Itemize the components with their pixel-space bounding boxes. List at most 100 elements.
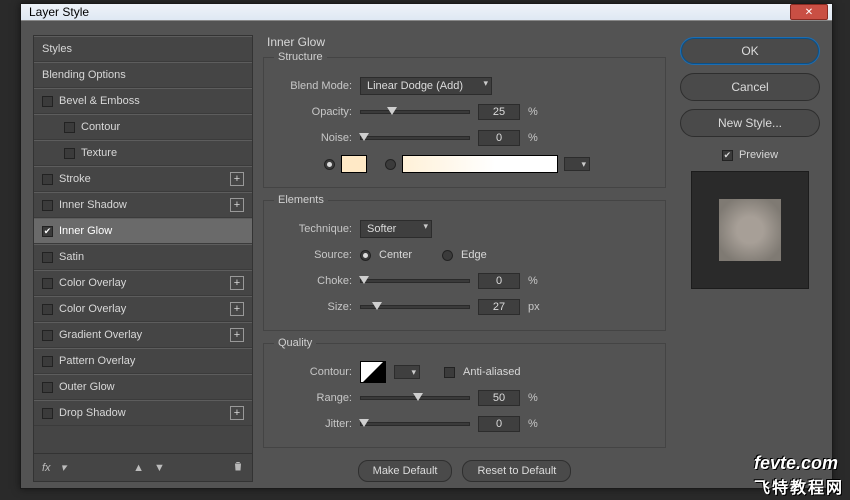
effect-inner-shadow[interactable]: Inner Shadow +	[34, 192, 252, 218]
effect-label: Texture	[81, 147, 117, 159]
effect-inner-glow[interactable]: Inner Glow	[34, 218, 252, 244]
fx-icon[interactable]: fx	[42, 462, 51, 474]
effect-checkbox[interactable]	[42, 226, 53, 237]
effect-label: Outer Glow	[59, 381, 115, 393]
effect-checkbox[interactable]	[42, 330, 53, 341]
effect-checkbox[interactable]	[42, 252, 53, 263]
titlebar: Layer Style ✕	[21, 4, 832, 21]
layer-style-dialog: Layer Style ✕ Styles Blending Options Be…	[20, 3, 833, 489]
reset-default-button[interactable]: Reset to Default	[462, 460, 571, 482]
opacity-input[interactable]	[478, 104, 520, 120]
make-default-button[interactable]: Make Default	[358, 460, 453, 482]
effect-label: Drop Shadow	[59, 407, 126, 419]
window-title: Layer Style	[29, 5, 89, 19]
effect-outer-glow[interactable]: Outer Glow	[34, 374, 252, 400]
elements-group: Elements Technique: Softer Source: Cente…	[263, 194, 666, 331]
effect-pattern-overlay[interactable]: Pattern Overlay	[34, 348, 252, 374]
action-column: OK Cancel New Style... ✔ Preview	[680, 35, 820, 482]
effect-checkbox[interactable]	[42, 408, 53, 419]
technique-label: Technique:	[274, 223, 352, 235]
effect-bevel-emboss[interactable]: Bevel & Emboss	[34, 88, 252, 114]
trash-icon[interactable]	[232, 460, 244, 475]
color-swatch[interactable]	[341, 155, 367, 173]
effect-drop-shadow[interactable]: Drop Shadow +	[34, 400, 252, 426]
add-effect-icon[interactable]: +	[230, 328, 244, 342]
effect-checkbox[interactable]	[42, 356, 53, 367]
arrow-down-icon[interactable]: ▼	[154, 462, 165, 474]
effect-label: Color Overlay	[59, 277, 126, 289]
preview-box	[691, 171, 809, 289]
gradient-arrow[interactable]	[564, 157, 590, 171]
effect-checkbox[interactable]	[42, 200, 53, 211]
choke-input[interactable]	[478, 273, 520, 289]
source-label: Source:	[274, 249, 352, 261]
watermark: fevte.com 飞特教程网	[754, 453, 844, 498]
add-effect-icon[interactable]: +	[230, 172, 244, 186]
color-radio[interactable]	[324, 159, 335, 170]
new-style-button[interactable]: New Style...	[680, 109, 820, 137]
effect-checkbox[interactable]	[42, 174, 53, 185]
effect-label: Stroke	[59, 173, 91, 185]
effect-checkbox[interactable]	[42, 96, 53, 107]
source-edge-radio[interactable]	[442, 250, 453, 261]
preview-checkbox[interactable]: ✔	[722, 150, 733, 161]
blending-options[interactable]: Blending Options	[34, 62, 252, 88]
effect-label: Color Overlay	[59, 303, 126, 315]
size-slider[interactable]	[360, 305, 470, 309]
jitter-input[interactable]	[478, 416, 520, 432]
effect-label: Satin	[59, 251, 84, 263]
effect-label: Contour	[81, 121, 120, 133]
close-button[interactable]: ✕	[790, 4, 828, 20]
contour-label: Contour:	[274, 366, 352, 378]
panel-title: Inner Glow	[263, 35, 666, 49]
blend-mode-select[interactable]: Linear Dodge (Add)	[360, 77, 492, 95]
effect-color-overlay[interactable]: Color Overlay +	[34, 270, 252, 296]
cancel-button[interactable]: Cancel	[680, 73, 820, 101]
range-slider[interactable]	[360, 396, 470, 400]
add-effect-icon[interactable]: +	[230, 198, 244, 212]
gradient-swatch[interactable]	[402, 155, 558, 173]
effect-stroke[interactable]: Stroke +	[34, 166, 252, 192]
effect-label: Gradient Overlay	[59, 329, 142, 341]
effect-checkbox[interactable]	[42, 278, 53, 289]
effect-texture[interactable]: Texture	[34, 140, 252, 166]
effect-gradient-overlay[interactable]: Gradient Overlay +	[34, 322, 252, 348]
choke-label: Choke:	[274, 275, 352, 287]
close-icon: ✕	[805, 7, 813, 18]
structure-legend: Structure	[274, 51, 327, 63]
noise-slider[interactable]	[360, 136, 470, 140]
add-effect-icon[interactable]: +	[230, 276, 244, 290]
antialiased-checkbox[interactable]	[444, 367, 455, 378]
structure-group: Structure Blend Mode: Linear Dodge (Add)…	[263, 51, 666, 188]
effect-checkbox[interactable]	[42, 382, 53, 393]
effect-checkbox[interactable]	[42, 304, 53, 315]
choke-slider[interactable]	[360, 279, 470, 283]
ok-button[interactable]: OK	[680, 37, 820, 65]
effect-checkbox[interactable]	[64, 122, 75, 133]
gradient-radio[interactable]	[385, 159, 396, 170]
noise-input[interactable]	[478, 130, 520, 146]
effect-contour[interactable]: Contour	[34, 114, 252, 140]
size-label: Size:	[274, 301, 352, 313]
effects-list: Styles Blending Options Bevel & Emboss Co…	[33, 35, 253, 482]
arrow-up-icon[interactable]: ▲	[133, 462, 144, 474]
effect-satin[interactable]: Satin	[34, 244, 252, 270]
source-center-radio[interactable]	[360, 250, 371, 261]
contour-picker[interactable]	[360, 361, 386, 383]
jitter-slider[interactable]	[360, 422, 470, 426]
size-input[interactable]	[478, 299, 520, 315]
add-effect-icon[interactable]: +	[230, 302, 244, 316]
chevron-down-icon[interactable]: ▾	[61, 461, 67, 474]
effect-checkbox[interactable]	[64, 148, 75, 159]
noise-label: Noise:	[274, 132, 352, 144]
styles-header[interactable]: Styles	[34, 36, 252, 62]
quality-group: Quality Contour: Anti-aliased Range: %	[263, 337, 666, 448]
range-input[interactable]	[478, 390, 520, 406]
effect-label: Inner Shadow	[59, 199, 127, 211]
effect-color-overlay[interactable]: Color Overlay +	[34, 296, 252, 322]
opacity-slider[interactable]	[360, 110, 470, 114]
contour-menu[interactable]	[394, 365, 420, 379]
quality-legend: Quality	[274, 337, 316, 349]
add-effect-icon[interactable]: +	[230, 406, 244, 420]
technique-select[interactable]: Softer	[360, 220, 432, 238]
